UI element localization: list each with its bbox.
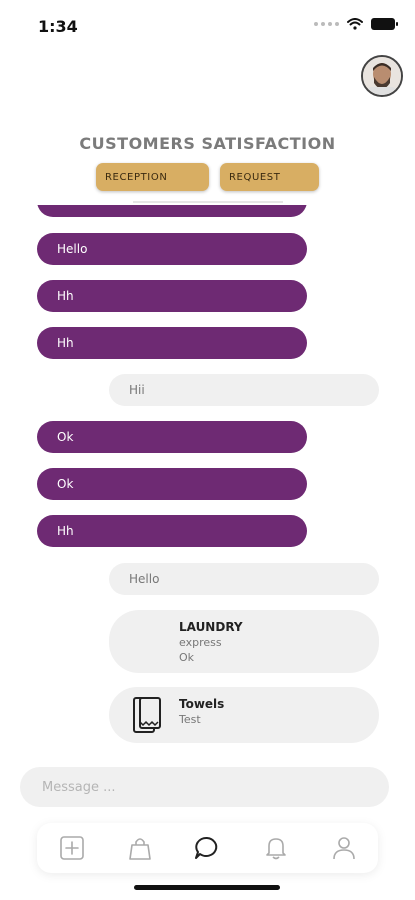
request-card-laundry[interactable]: LAUNDRY express Ok [109, 610, 379, 673]
battery-icon [371, 18, 398, 30]
towel-icon [133, 697, 161, 733]
message-bubble-sent: Hh [37, 280, 307, 312]
request-card-towels[interactable]: Towels Test [109, 687, 379, 743]
status-bar: 1:34 [0, 0, 415, 50]
page-title: CUSTOMERS SATISFACTION [79, 134, 336, 153]
card-subtitle: express [179, 636, 222, 649]
tab-reception[interactable]: RECEPTION [96, 163, 209, 191]
message-composer [20, 767, 389, 807]
message-bubble-sent: Hh [37, 515, 307, 547]
status-icons [314, 18, 398, 30]
plus-square-icon[interactable] [59, 835, 85, 861]
message-bubble-sent: Hh [37, 327, 307, 359]
card-status: Ok [179, 651, 195, 664]
tab-request[interactable]: REQUEST [220, 163, 319, 191]
profile-avatar[interactable] [361, 55, 403, 97]
message-bubble-sent-partial [37, 205, 307, 217]
home-indicator [134, 885, 280, 890]
user-icon[interactable] [331, 835, 357, 861]
message-bubble-received: Hello [109, 563, 379, 595]
bottom-tab-bar [37, 823, 378, 873]
avatar-image [363, 57, 401, 95]
message-bubble-sent: Ok [37, 468, 307, 500]
cellular-signal-icon [314, 22, 339, 26]
card-subtitle: Test [179, 713, 201, 726]
message-bubble-sent: Ok [37, 421, 307, 453]
bell-icon[interactable] [263, 835, 289, 861]
status-time: 1:34 [38, 17, 78, 36]
chat-thread[interactable]: Hello Hh Hh Hii Ok Ok Hh Hello LAUNDRY e… [0, 205, 415, 750]
chat-bubble-icon[interactable] [194, 835, 220, 861]
message-input[interactable] [40, 778, 344, 796]
tabs-divider [133, 201, 283, 203]
message-bubble-sent: Hello [37, 233, 307, 265]
card-title: Towels [179, 697, 225, 711]
message-bubble-received: Hii [109, 374, 379, 406]
card-title: LAUNDRY [179, 620, 243, 634]
bag-icon[interactable] [127, 835, 153, 861]
wifi-icon [347, 18, 363, 30]
